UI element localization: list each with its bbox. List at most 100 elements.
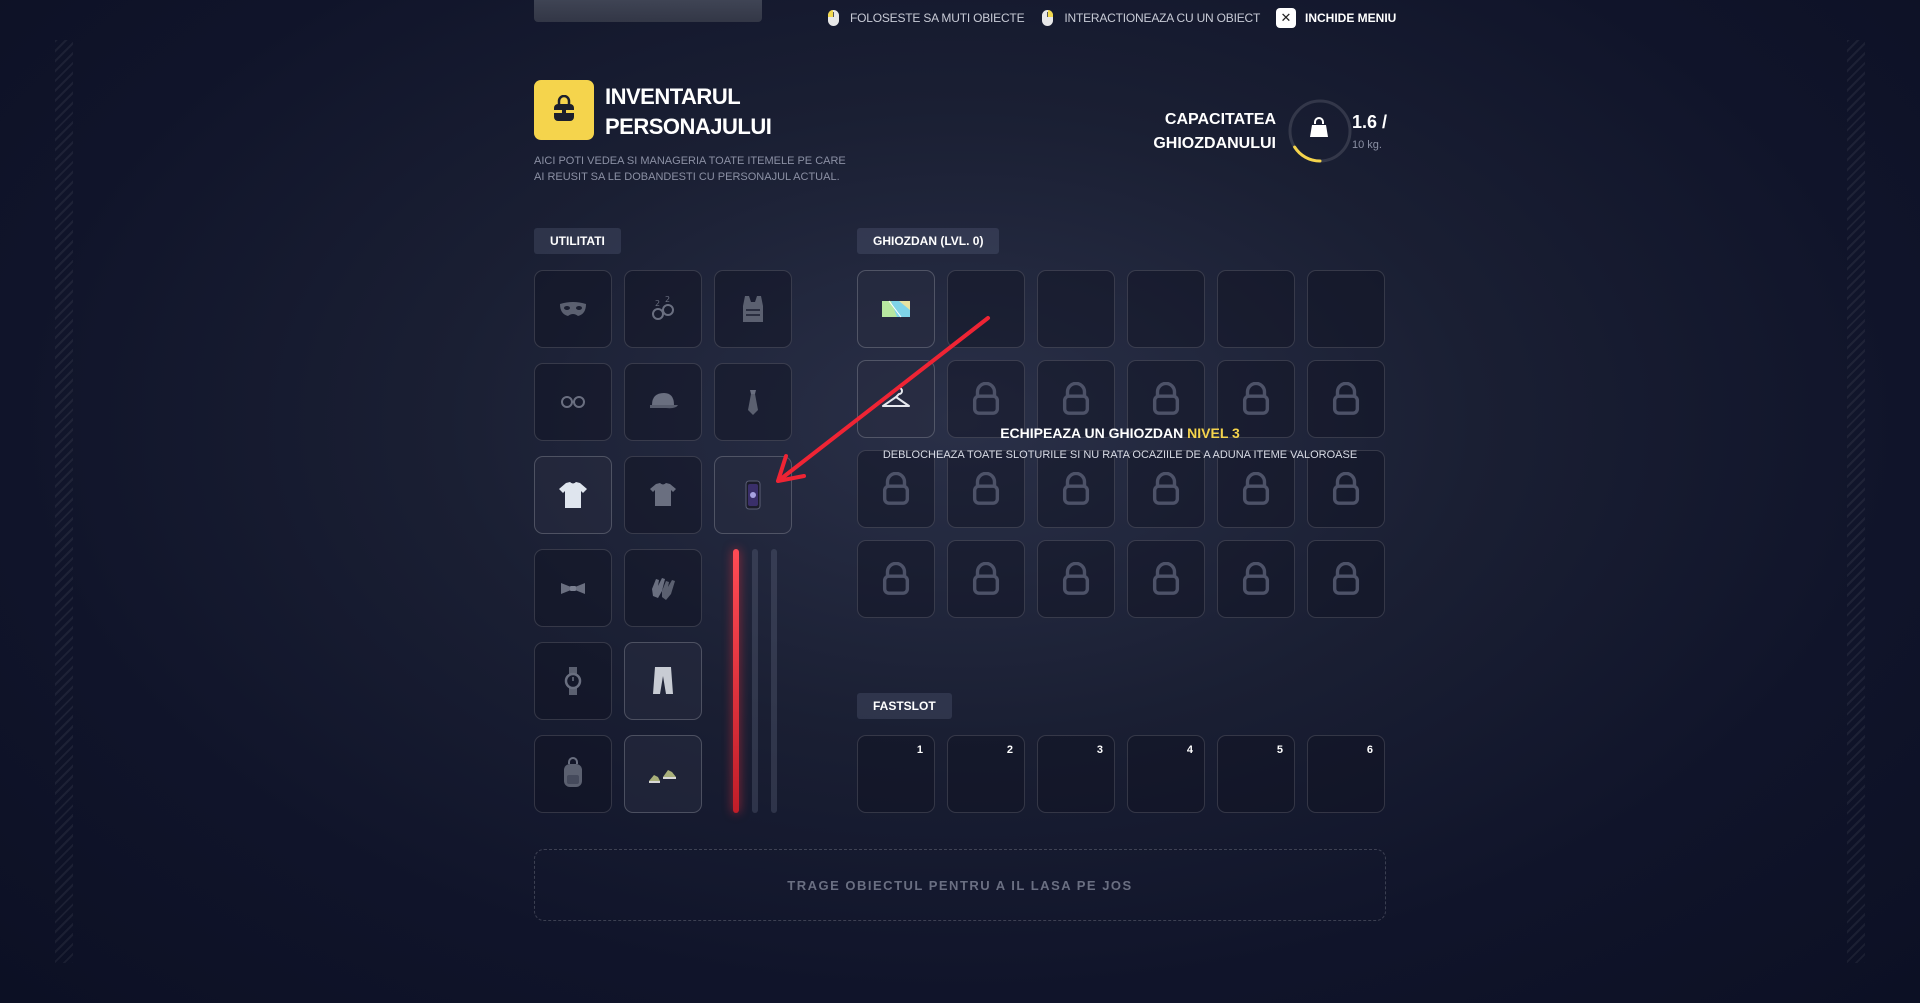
close-icon: ✕ bbox=[1276, 8, 1296, 28]
fastslot-3[interactable]: 3 bbox=[1037, 735, 1115, 813]
fastslot-6[interactable]: 6 bbox=[1307, 735, 1385, 813]
right-decoration bbox=[1847, 40, 1865, 963]
backpack-slot-locked[interactable] bbox=[1217, 450, 1295, 528]
utility-slot-watch[interactable] bbox=[534, 642, 612, 720]
page-subtitle: AICI POTI VEDEA SI MANAGERIA TOATE ITEME… bbox=[534, 155, 846, 183]
tie-icon bbox=[748, 390, 758, 415]
map-icon bbox=[882, 300, 910, 318]
fastslot-2[interactable]: 2 bbox=[947, 735, 1025, 813]
cap-icon bbox=[650, 393, 678, 409]
lock-icon bbox=[1059, 562, 1093, 596]
fastslot-number: 6 bbox=[1366, 744, 1373, 756]
lock-icon bbox=[1149, 472, 1183, 506]
backpack-slot[interactable] bbox=[1037, 270, 1115, 348]
lock-icon bbox=[1239, 382, 1273, 416]
backpack-slot-locked[interactable] bbox=[947, 450, 1025, 528]
lock-icon bbox=[1239, 472, 1273, 506]
backpack-slot[interactable] bbox=[1217, 270, 1295, 348]
backpack-slot[interactable] bbox=[947, 270, 1025, 348]
utility-slot-cap[interactable] bbox=[624, 363, 702, 441]
control-hints: FOLOSESTE SA MUTI OBIECTE INTERACTIONEAZ… bbox=[828, 10, 1278, 26]
svg-text:2: 2 bbox=[665, 295, 670, 304]
utility-slot-phone[interactable] bbox=[714, 456, 792, 534]
backpack-slot-locked[interactable] bbox=[1037, 450, 1115, 528]
tshirt-white-icon bbox=[559, 482, 587, 508]
capacity-max: 10 kg. bbox=[1352, 139, 1382, 151]
close-menu-label: INCHIDE MENIU bbox=[1305, 11, 1397, 25]
backpack-locked-subtitle: DEBLOCHEAZA TOATE SLOTURILE SI NU RATA O… bbox=[882, 449, 1358, 461]
backpack-locked-message: ECHIPEAZA UN GHIOZDAN bbox=[1000, 425, 1184, 441]
fastslot-number: 5 bbox=[1276, 744, 1283, 756]
lock-icon bbox=[969, 562, 1003, 596]
fastslot-tag: FASTSLOT bbox=[857, 693, 952, 719]
backpack-slot-map[interactable] bbox=[857, 270, 935, 348]
lock-icon bbox=[879, 472, 913, 506]
utility-slot-glasses[interactable] bbox=[534, 363, 612, 441]
fastslot-number: 1 bbox=[916, 744, 923, 756]
capacity-value: 1.6 / bbox=[1352, 112, 1388, 132]
drop-zone[interactable]: TRAGE OBIECTUL PENTRU A IL LASA PE JOS bbox=[534, 849, 1386, 921]
backpack-locked-level: NIVEL 3 bbox=[1187, 425, 1240, 441]
earrings-icon: 22 bbox=[652, 295, 674, 320]
lock-icon bbox=[879, 562, 913, 596]
page-title: INVENTARUL PERSONAJULUI bbox=[605, 82, 805, 142]
utilities-tag: UTILITATI bbox=[534, 228, 621, 254]
utility-slot-tshirt-white[interactable] bbox=[534, 456, 612, 534]
utility-slot-shoes[interactable] bbox=[624, 735, 702, 813]
backpack-slot-locked[interactable] bbox=[1127, 450, 1205, 528]
backpack-slot-locked[interactable] bbox=[1127, 540, 1205, 618]
hint-interact: INTERACTIONEAZA CU UN OBIECT bbox=[1042, 10, 1260, 26]
backpack-slot-locked[interactable] bbox=[1217, 540, 1295, 618]
close-menu-button[interactable]: ✕ INCHIDE MENIU bbox=[1276, 8, 1396, 28]
lock-icon bbox=[1329, 472, 1363, 506]
utility-slot-tie[interactable] bbox=[714, 363, 792, 441]
vest-icon bbox=[743, 296, 763, 322]
fastslot-5[interactable]: 5 bbox=[1217, 735, 1295, 813]
fastslot-number: 2 bbox=[1006, 744, 1013, 756]
weight-bag-icon bbox=[1310, 117, 1328, 137]
mouse-right-icon bbox=[1042, 10, 1054, 26]
utility-slot-gloves[interactable] bbox=[624, 549, 702, 627]
backpack-slot-locked[interactable] bbox=[857, 450, 935, 528]
health-bar bbox=[733, 549, 739, 813]
utility-slot-backpack[interactable] bbox=[534, 735, 612, 813]
gloves-icon bbox=[652, 578, 675, 600]
lock-icon bbox=[969, 382, 1003, 416]
utility-slot-pants[interactable] bbox=[624, 642, 702, 720]
utility-slot-earrings[interactable]: 22 bbox=[624, 270, 702, 348]
inventory-bag-icon bbox=[534, 80, 594, 140]
fastslot-number: 4 bbox=[1186, 744, 1193, 756]
lock-icon bbox=[1059, 472, 1093, 506]
backpack-slot-locked[interactable] bbox=[857, 540, 935, 618]
lock-icon bbox=[1329, 562, 1363, 596]
glasses-icon bbox=[561, 396, 585, 408]
utility-slot-mask[interactable] bbox=[534, 270, 612, 348]
backpack-slot-locked[interactable] bbox=[1037, 540, 1115, 618]
backpack-slot-locked[interactable] bbox=[1307, 540, 1385, 618]
backpack-slot-locked[interactable] bbox=[947, 540, 1025, 618]
hint-interact-label: INTERACTIONEAZA CU UN OBIECT bbox=[1064, 11, 1261, 25]
capacity-label: CAPACITATEA GHIOZDANULUI bbox=[1140, 108, 1276, 156]
backpack-icon bbox=[564, 757, 582, 787]
fastslot-1[interactable]: 1 bbox=[857, 735, 935, 813]
lock-icon bbox=[1239, 562, 1273, 596]
top-panel-shape bbox=[534, 0, 762, 22]
backpack-slot[interactable] bbox=[1307, 270, 1385, 348]
left-decoration bbox=[55, 40, 73, 963]
utility-slot-bowtie[interactable] bbox=[534, 549, 612, 627]
utility-slot-vest[interactable] bbox=[714, 270, 792, 348]
backpack-slot[interactable] bbox=[1127, 270, 1205, 348]
title-line-2: PERSONAJULUI bbox=[605, 114, 772, 139]
fastslot-4[interactable]: 4 bbox=[1127, 735, 1205, 813]
backpack-slot-locked[interactable] bbox=[1307, 450, 1385, 528]
hanger-icon bbox=[882, 387, 910, 407]
bowtie-icon bbox=[561, 583, 585, 594]
armor-bar bbox=[752, 549, 758, 813]
hint-move-label: FOLOSESTE SA MUTI OBIECTE bbox=[850, 11, 1025, 25]
phone-icon bbox=[745, 480, 761, 510]
watch-icon bbox=[564, 667, 582, 695]
pants-icon bbox=[653, 667, 673, 694]
lock-icon bbox=[1329, 382, 1363, 416]
lock-icon bbox=[969, 472, 1003, 506]
utility-slot-tshirt[interactable] bbox=[624, 456, 702, 534]
